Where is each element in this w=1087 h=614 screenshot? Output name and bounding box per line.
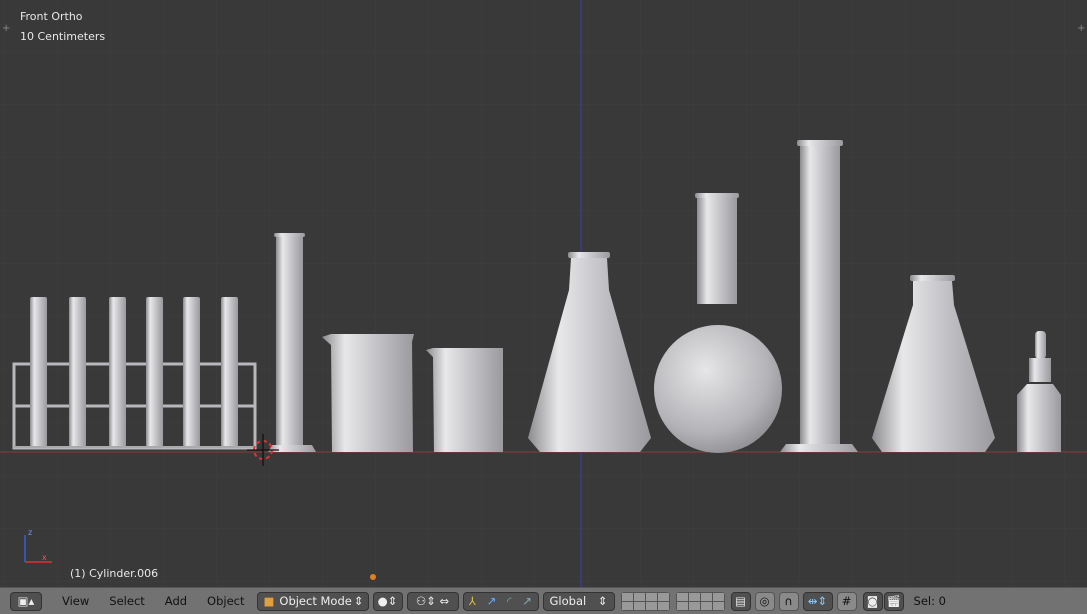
cube-view-icon: ▣▴ [17,594,35,608]
object-mode-icon: ■ [263,594,275,608]
rotate-icon[interactable]: ◜ [507,594,511,608]
pivot-icon: ⚇⇕ ⇔ [415,594,450,608]
active-object-label: (1) Cylinder.006 [70,567,159,580]
solid-sphere-icon: ●⇕ [377,594,398,608]
orientation-selector[interactable]: Global ⇕ [542,591,615,611]
beaker-small[interactable] [426,348,503,452]
selection-count: Sel: 0 [913,594,946,608]
snap-magnet-icon[interactable]: ∩ [778,591,799,611]
lock-layers-button[interactable]: ▤ [730,591,751,611]
object-origin-dot [370,574,376,580]
mode-label: Object Mode [279,594,352,608]
viewport-canvas[interactable]: z x + + [0,0,1087,587]
view-name: Front Ortho [20,10,83,23]
menu-select[interactable]: Select [101,592,152,611]
svg-text:z: z [28,528,32,537]
manipulator-toggle-icon[interactable]: ⅄ [469,594,476,608]
scale-icon[interactable]: ↗ [522,594,532,608]
editor-type-selector[interactable]: ▣▴ [10,591,42,611]
layer-buttons-2[interactable] [675,591,725,611]
corner-widget-tr[interactable]: + [1077,23,1085,34]
viewport-shading-selector[interactable]: ●⇕ [372,591,403,611]
3d-viewport[interactable]: z x + + Front Ortho 10 Centimeters (1) C… [0,0,1087,587]
menu-view[interactable]: View [54,592,97,611]
menu-add[interactable]: Add [157,592,195,611]
menu-object[interactable]: Object [199,592,252,611]
orientation-label: Global [549,594,587,608]
snap-element-icon[interactable]: ⇹⇕ [802,591,833,611]
snap-target-icon[interactable]: # [836,591,857,611]
opengl-animation-icon[interactable]: 🎬︎ [883,591,904,611]
manipulator-group[interactable]: ⅄ ↗ ◜ ↗ [462,591,539,611]
proportional-edit-icon[interactable]: ◎ [754,591,775,611]
mode-selector[interactable]: ■ Object Mode ⇕ [256,591,369,611]
pivot-selector[interactable]: ⚇⇕ ⇔ [406,591,459,611]
svg-text:x: x [42,553,47,562]
translate-icon[interactable]: ↗ [487,594,497,608]
grid-scale: 10 Centimeters [20,30,106,43]
3d-view-header: ▣▴ View Select Add Object ■ Object Mode ⇕ … [0,587,1087,614]
beaker-large[interactable] [322,334,414,452]
opengl-render-icon[interactable]: ◙ [862,591,883,611]
layer-buttons-1[interactable] [620,591,670,611]
corner-widget-tl[interactable]: + [2,23,10,34]
